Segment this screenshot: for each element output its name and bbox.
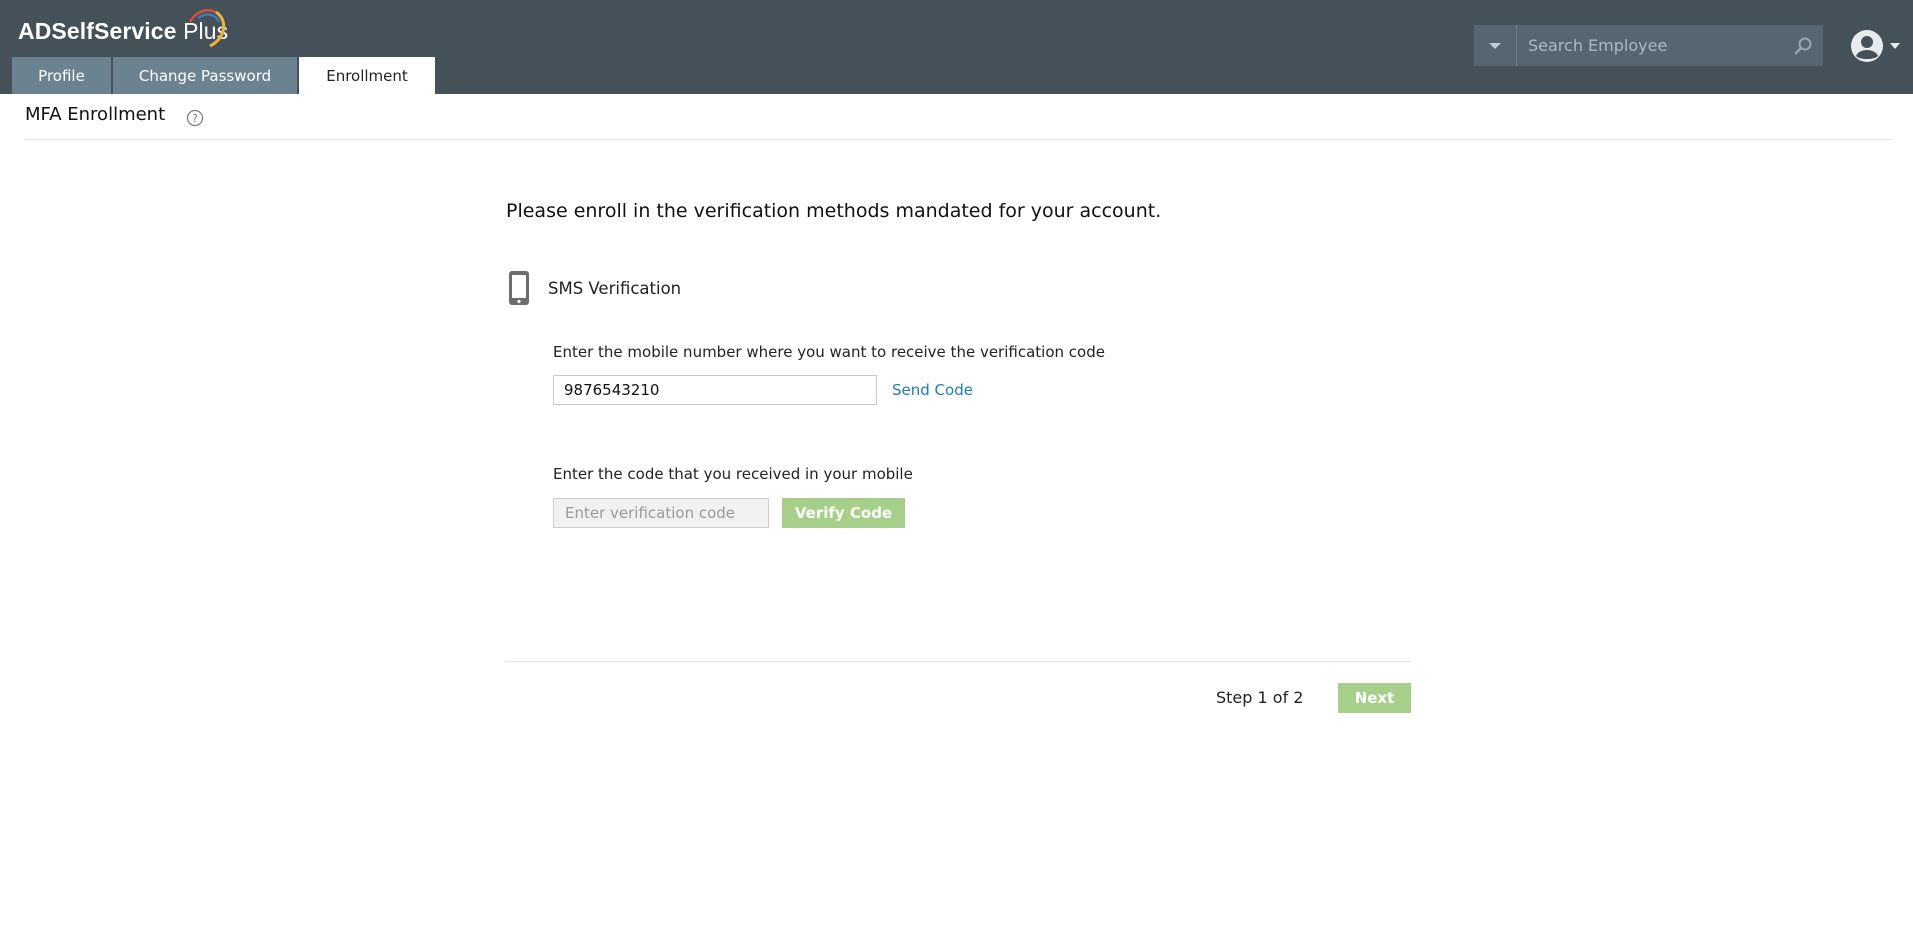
employee-search — [1474, 25, 1823, 66]
page-title: MFA Enrollment — [25, 104, 166, 125]
enrollment-panel: Please enroll in the verification method… — [506, 200, 1411, 528]
main-tabs: Profile Change Password Enrollment — [12, 57, 437, 94]
sms-verification-method: SMS Verification — [506, 270, 681, 306]
search-icon[interactable] — [1783, 25, 1823, 66]
verify-code-button[interactable]: Verify Code — [782, 498, 905, 528]
verification-code-input[interactable] — [553, 498, 769, 528]
footer-divider — [506, 661, 1411, 662]
tab-enrollment[interactable]: Enrollment — [299, 57, 435, 94]
verification-code-prompt: Enter the code that you received in your… — [553, 465, 913, 483]
caret-down-icon — [1489, 42, 1501, 49]
search-filter-dropdown[interactable] — [1474, 25, 1517, 66]
top-header: ADSelfService Plus Profile Change Passwo… — [0, 0, 1913, 94]
question-circle-icon[interactable]: ? — [186, 109, 204, 127]
enrollment-heading: Please enroll in the verification method… — [506, 200, 1162, 222]
send-code-link[interactable]: Send Code — [892, 381, 973, 399]
svg-text:?: ? — [192, 112, 198, 125]
mobile-phone-icon — [509, 271, 529, 305]
tab-change-password[interactable]: Change Password — [113, 57, 297, 94]
caret-down-icon — [1890, 43, 1900, 49]
mobile-number-input[interactable] — [553, 375, 877, 405]
next-button[interactable]: Next — [1338, 683, 1411, 713]
user-avatar-icon — [1851, 30, 1883, 62]
user-menu[interactable] — [1849, 27, 1905, 65]
mobile-number-prompt: Enter the mobile number where you want t… — [553, 343, 1105, 361]
logo-arc-icon — [188, 9, 226, 48]
page-title-bar: MFA Enrollment ? — [25, 104, 1891, 140]
tab-profile[interactable]: Profile — [12, 57, 111, 94]
method-label: SMS Verification — [548, 278, 682, 298]
search-input[interactable] — [1517, 25, 1783, 66]
step-indicator: Step 1 of 2 — [1216, 688, 1304, 707]
app-logo[interactable]: ADSelfService Plus — [18, 9, 228, 48]
